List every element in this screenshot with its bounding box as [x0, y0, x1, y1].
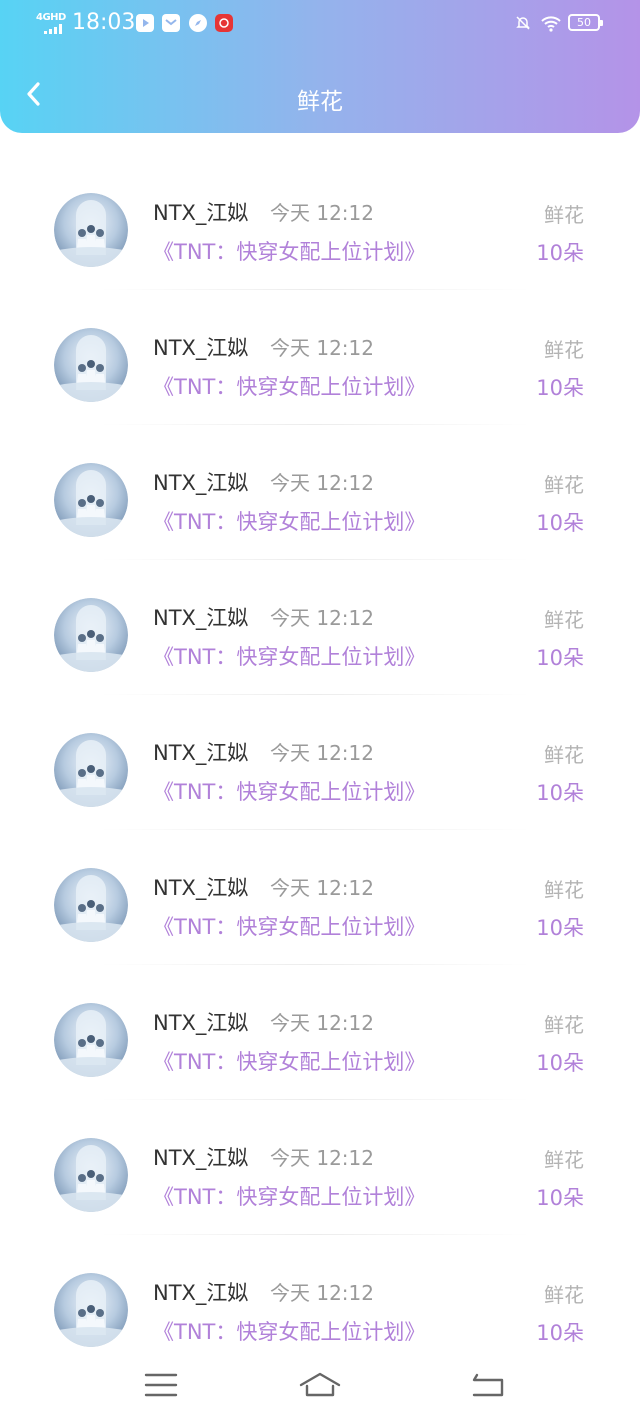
gift-type: 鲜花: [544, 1283, 584, 1307]
flower-record-list[interactable]: NTX_江姒 今天 12:12 《TNT：快穿女配上位计划》 鲜花 10朵 NT…: [0, 155, 640, 1370]
shopping-app-icon: [215, 14, 233, 32]
gift-time: 今天 12:12: [270, 1011, 374, 1035]
gift-amount: 10朵: [536, 1321, 584, 1345]
list-item[interactable]: NTX_江姒 今天 12:12 《TNT：快穿女配上位计划》 鲜花 10朵: [0, 695, 640, 830]
gift-time: 今天 12:12: [270, 336, 374, 360]
book-title-link[interactable]: 《TNT：快穿女配上位计划》: [153, 776, 425, 806]
mail-app-icon: [162, 14, 180, 32]
network-type: 4GHD: [36, 12, 66, 23]
signal-icon: [44, 24, 66, 34]
gift-amount: 10朵: [536, 646, 584, 670]
gift-amount: 10朵: [536, 241, 584, 265]
menu-button[interactable]: [143, 1370, 179, 1400]
list-item[interactable]: NTX_江姒 今天 12:12 《TNT：快穿女配上位计划》 鲜花 10朵: [0, 155, 640, 290]
username: NTX_江姒: [153, 741, 249, 765]
book-title-link[interactable]: 《TNT：快穿女配上位计划》: [153, 641, 425, 671]
gift-type: 鲜花: [544, 1148, 584, 1172]
username: NTX_江姒: [153, 1146, 249, 1170]
list-item[interactable]: NTX_江姒 今天 12:12 《TNT：快穿女配上位计划》 鲜花 10朵: [0, 560, 640, 695]
gift-time: 今天 12:12: [270, 471, 374, 495]
video-app-icon: [136, 14, 154, 32]
username: NTX_江姒: [153, 201, 249, 225]
gift-time: 今天 12:12: [270, 741, 374, 765]
return-icon: [472, 1373, 504, 1397]
list-item[interactable]: NTX_江姒 今天 12:12 《TNT：快穿女配上位计划》 鲜花 10朵: [0, 965, 640, 1100]
home-button[interactable]: [298, 1370, 342, 1400]
username: NTX_江姒: [153, 336, 249, 360]
list-item[interactable]: NTX_江姒 今天 12:12 《TNT：快穿女配上位计划》 鲜花 10朵: [0, 425, 640, 560]
system-navigation-bar: [0, 1350, 640, 1422]
status-bar: 4GHD 18:03 50: [0, 0, 640, 50]
page-title: 鲜花: [297, 89, 343, 115]
gift-time: 今天 12:12: [270, 201, 374, 225]
avatar[interactable]: [54, 193, 128, 267]
username: NTX_江姒: [153, 876, 249, 900]
book-title-link[interactable]: 《TNT：快穿女配上位计划》: [153, 236, 425, 266]
gift-time: 今天 12:12: [270, 606, 374, 630]
gift-amount: 10朵: [536, 916, 584, 940]
avatar[interactable]: [54, 868, 128, 942]
gift-type: 鲜花: [544, 473, 584, 497]
avatar[interactable]: [54, 733, 128, 807]
gift-amount: 10朵: [536, 1186, 584, 1210]
battery-indicator: 50: [568, 14, 603, 31]
avatar[interactable]: [54, 463, 128, 537]
book-title-link[interactable]: 《TNT：快穿女配上位计划》: [153, 506, 425, 536]
gift-amount: 10朵: [536, 1051, 584, 1075]
menu-icon: [144, 1373, 178, 1397]
gift-amount: 10朵: [536, 781, 584, 805]
avatar[interactable]: [54, 1273, 128, 1347]
wifi-icon: [541, 16, 561, 32]
list-item[interactable]: NTX_江姒 今天 12:12 《TNT：快穿女配上位计划》 鲜花 10朵: [0, 1100, 640, 1235]
gift-type: 鲜花: [544, 743, 584, 767]
mute-bell-icon: [516, 16, 530, 30]
gift-type: 鲜花: [544, 203, 584, 227]
list-item[interactable]: NTX_江姒 今天 12:12 《TNT：快穿女配上位计划》 鲜花 10朵: [0, 290, 640, 425]
avatar[interactable]: [54, 1003, 128, 1077]
gift-type: 鲜花: [544, 608, 584, 632]
gift-type: 鲜花: [544, 338, 584, 362]
book-title-link[interactable]: 《TNT：快穿女配上位计划》: [153, 1046, 425, 1076]
home-icon: [299, 1372, 341, 1397]
username: NTX_江姒: [153, 471, 249, 495]
book-title-link[interactable]: 《TNT：快穿女配上位计划》: [153, 371, 425, 401]
username: NTX_江姒: [153, 606, 249, 630]
list-item[interactable]: NTX_江姒 今天 12:12 《TNT：快穿女配上位计划》 鲜花 10朵: [0, 830, 640, 965]
avatar[interactable]: [54, 328, 128, 402]
gift-amount: 10朵: [536, 376, 584, 400]
book-title-link[interactable]: 《TNT：快穿女配上位计划》: [153, 1181, 425, 1211]
gift-amount: 10朵: [536, 511, 584, 535]
header-bar: 4GHD 18:03 50 鲜花: [0, 0, 640, 133]
avatar[interactable]: [54, 598, 128, 672]
avatar[interactable]: [54, 1138, 128, 1212]
book-title-link[interactable]: 《TNT：快穿女配上位计划》: [153, 1316, 425, 1346]
gift-type: 鲜花: [544, 1013, 584, 1037]
compass-app-icon: [189, 14, 207, 32]
book-title-link[interactable]: 《TNT：快穿女配上位计划》: [153, 911, 425, 941]
status-time: 18:03: [72, 10, 136, 35]
username: NTX_江姒: [153, 1011, 249, 1035]
gift-time: 今天 12:12: [270, 1146, 374, 1170]
username: NTX_江姒: [153, 1281, 249, 1305]
return-button[interactable]: [470, 1370, 506, 1400]
gift-type: 鲜花: [544, 878, 584, 902]
gift-time: 今天 12:12: [270, 876, 374, 900]
gift-time: 今天 12:12: [270, 1281, 374, 1305]
